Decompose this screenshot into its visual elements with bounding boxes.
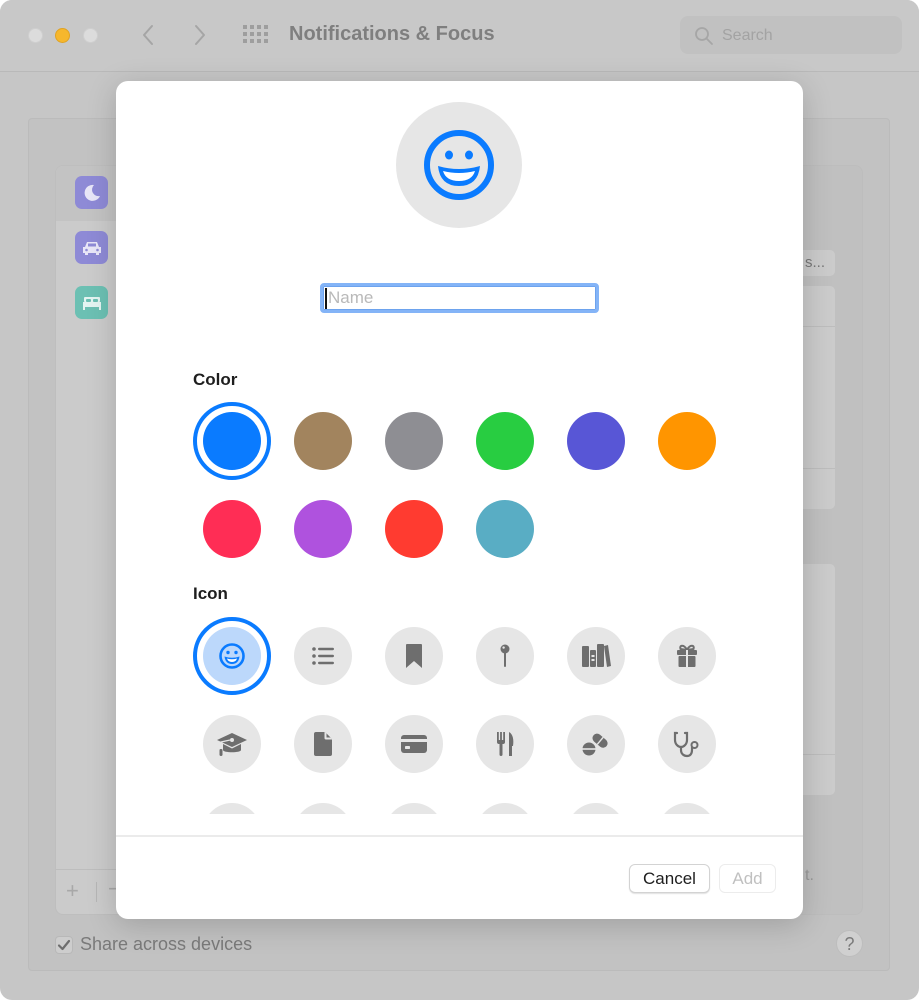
color-dot: [294, 500, 352, 558]
icon-option-partial[interactable]: [648, 793, 726, 814]
moon-icon: [75, 176, 108, 209]
cancel-button[interactable]: Cancel: [629, 864, 710, 893]
bed-icon: [75, 286, 108, 319]
back-button[interactable]: [136, 20, 160, 50]
color-dot: [385, 500, 443, 558]
icon-placeholder: [203, 803, 261, 814]
bookmark-icon: [385, 627, 443, 685]
icon-placeholder: [567, 803, 625, 814]
share-across-devices-checkbox[interactable]: [55, 935, 73, 954]
text-cursor: [325, 288, 327, 309]
divider: [96, 882, 97, 902]
icon-option-partial[interactable]: [193, 793, 271, 814]
icon-picker[interactable]: [116, 611, 803, 814]
icon-option-partial[interactable]: [466, 793, 544, 814]
help-button[interactable]: ?: [836, 930, 863, 957]
share-across-devices[interactable]: Share across devices: [55, 934, 252, 955]
color-swatch-blue[interactable]: [193, 402, 271, 480]
icon-placeholder: [294, 803, 352, 814]
search-field[interactable]: Search: [680, 16, 902, 54]
icon-option-credit-card[interactable]: [375, 705, 453, 783]
color-swatch-pink[interactable]: [193, 490, 271, 568]
car-icon: [75, 231, 108, 264]
share-across-devices-label: Share across devices: [80, 934, 253, 954]
icon-option-pin[interactable]: [466, 617, 544, 695]
color-dot: [203, 500, 261, 558]
new-focus-dialog: Color Icon Cancel Add: [116, 81, 803, 919]
forward-button[interactable]: [188, 20, 212, 50]
color-swatch-gray[interactable]: [375, 402, 453, 480]
color-dot: [567, 412, 625, 470]
icon-option-stethoscope[interactable]: [648, 705, 726, 783]
focus-icon-preview: [396, 102, 522, 228]
title-bar: Notifications & Focus Search: [0, 0, 919, 72]
focus-name-input[interactable]: [320, 283, 599, 313]
options-button-label: s...: [804, 254, 825, 271]
icon-placeholder: [658, 803, 716, 814]
books-icon: [567, 627, 625, 685]
icon-option-partial[interactable]: [557, 793, 635, 814]
color-dot: [385, 412, 443, 470]
fork-knife-icon: [476, 715, 534, 773]
search-icon: [695, 27, 713, 45]
color-dot: [658, 412, 716, 470]
graduation-cap-icon: [203, 715, 261, 773]
color-swatch-orange[interactable]: [648, 402, 726, 480]
zoom-window-button[interactable]: [83, 28, 98, 43]
add-button[interactable]: Add: [719, 864, 776, 893]
window-title: Notifications & Focus: [289, 23, 495, 45]
icon-option-partial[interactable]: [284, 793, 362, 814]
icon-option-bookmark[interactable]: [375, 617, 453, 695]
icon-placeholder: [385, 803, 443, 814]
color-swatch-red[interactable]: [375, 490, 453, 568]
color-dot: [476, 412, 534, 470]
search-placeholder: Search: [722, 27, 773, 44]
close-window-button[interactable]: [28, 28, 43, 43]
footer-divider: [116, 835, 803, 837]
gift-icon: [658, 627, 716, 685]
icon-option-fork-knife[interactable]: [466, 705, 544, 783]
color-dot: [476, 500, 534, 558]
add-focus-button[interactable]: +: [66, 878, 79, 904]
pills-icon: [567, 715, 625, 773]
color-swatch-purple[interactable]: [284, 490, 362, 568]
color-swatch-brown[interactable]: [284, 402, 362, 480]
icon-option-list[interactable]: [284, 617, 362, 695]
color-dot: [203, 412, 261, 470]
color-section-label: Color: [193, 370, 238, 389]
chevron-right-icon: [195, 25, 205, 45]
icon-option-pills[interactable]: [557, 705, 635, 783]
document-icon: [294, 715, 352, 773]
color-swatch-green[interactable]: [466, 402, 544, 480]
icon-option-graduation-cap[interactable]: [193, 705, 271, 783]
stethoscope-icon: [658, 715, 716, 773]
color-swatch-teal[interactable]: [466, 490, 544, 568]
icon-section-label: Icon: [193, 584, 228, 603]
smiley-icon: [203, 627, 261, 685]
credit-card-icon: [385, 715, 443, 773]
minimize-window-button[interactable]: [55, 28, 70, 43]
chevron-left-icon: [143, 25, 153, 45]
smiley-icon: [424, 130, 494, 200]
icon-option-document[interactable]: [284, 705, 362, 783]
detail-text-fragment: t.: [805, 867, 814, 884]
pin-icon: [476, 627, 534, 685]
icon-option-partial[interactable]: [375, 793, 453, 814]
icon-option-books[interactable]: [557, 617, 635, 695]
color-swatch-indigo[interactable]: [557, 402, 635, 480]
checkmark-icon: [57, 939, 71, 950]
show-all-grid-button[interactable]: [243, 25, 269, 45]
color-dot: [294, 412, 352, 470]
list-icon: [294, 627, 352, 685]
icon-option-smiley[interactable]: [193, 617, 271, 695]
icon-option-gift[interactable]: [648, 617, 726, 695]
icon-placeholder: [476, 803, 534, 814]
